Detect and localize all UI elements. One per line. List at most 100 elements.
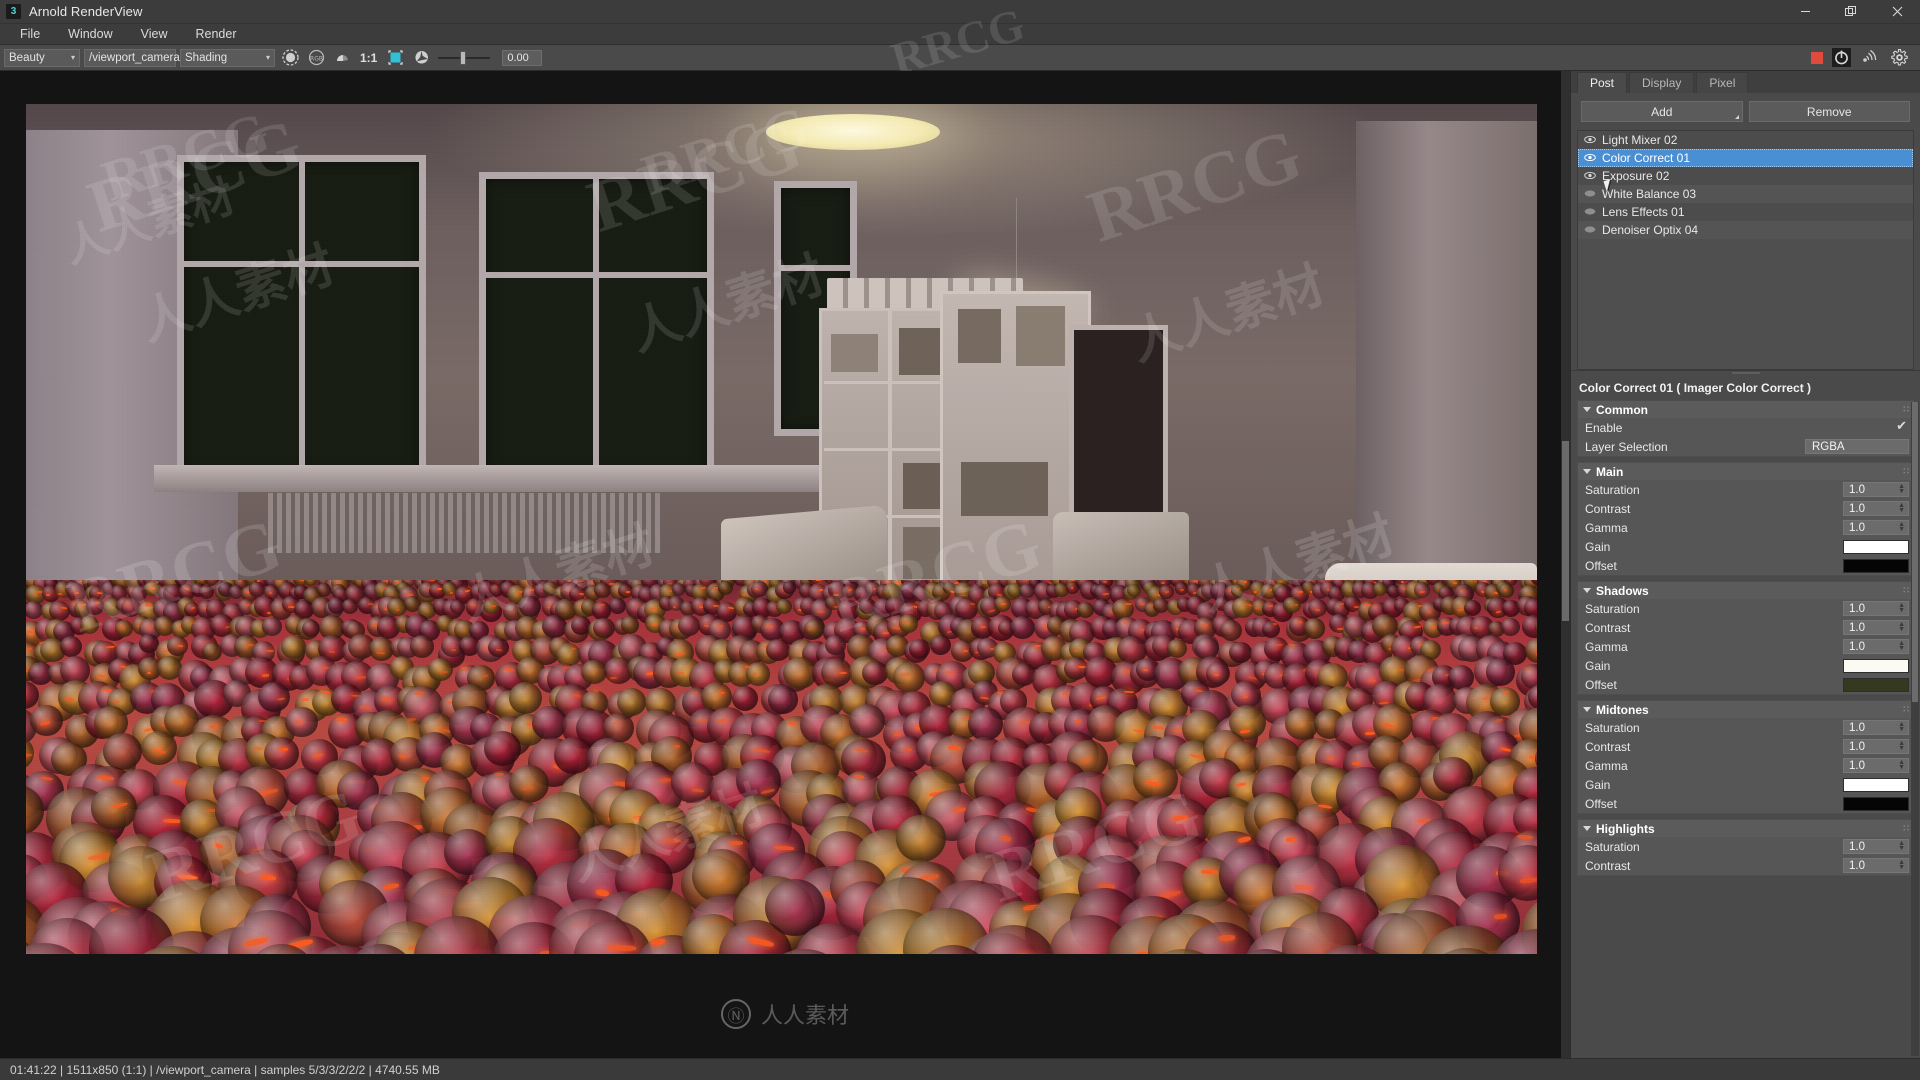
menu-render[interactable]: Render [182,25,251,43]
color-swatch[interactable] [1843,677,1909,692]
imager-layer-row[interactable]: Lens Effects 01 [1578,203,1913,221]
zoom-ratio-label[interactable]: 1:1 [357,51,380,65]
maximize-restore-button[interactable] [1828,0,1874,24]
exposure-value-field[interactable]: 0.00 [502,49,543,66]
ipr-render-icon[interactable] [1830,48,1852,68]
shading-select[interactable]: Shading ▾ [180,48,275,67]
imager-layer-row[interactable]: Light Mixer 02 [1578,131,1913,149]
properties-scrollbar-thumb[interactable] [1912,402,1918,702]
property-group-header[interactable]: Shadows ∷ [1578,582,1913,599]
property-group-header[interactable]: Highlights ∷ [1578,820,1913,837]
triangle-down-icon[interactable] [1583,707,1591,712]
spinner-arrows-icon[interactable]: ▲ ▼ [1898,640,1905,652]
scene-ball [1037,599,1054,615]
spinner-arrows-icon[interactable]: ▲ ▼ [1898,859,1905,871]
numeric-spinner[interactable]: 1.0 ▲ ▼ [1843,501,1909,516]
spinner-arrows-icon[interactable]: ▲ ▼ [1898,721,1905,733]
layer-visibility-eye-icon[interactable] [1584,151,1596,165]
close-button[interactable] [1874,0,1920,24]
menu-file[interactable]: File [6,25,54,43]
spinner-arrows-icon[interactable]: ▲ ▼ [1898,602,1905,614]
spinner-arrows-icon[interactable]: ▲ ▼ [1898,521,1905,533]
spinner-arrows-icon[interactable]: ▲ ▼ [1898,483,1905,495]
layer-visibility-eye-icon[interactable] [1584,133,1596,147]
triangle-down-icon[interactable] [1583,407,1591,412]
scene-ball [890,735,929,773]
color-swatch[interactable] [1843,558,1909,573]
minimize-button[interactable] [1782,0,1828,24]
tab-display[interactable]: Display [1629,72,1695,93]
scene-ball [110,584,128,601]
triangle-down-icon[interactable] [1583,826,1591,831]
numeric-spinner[interactable]: 1.0 ▲ ▼ [1843,639,1909,654]
tab-post[interactable]: Post [1577,72,1628,93]
exposure-slider-track[interactable] [438,50,491,65]
imager-layer-row[interactable]: Exposure 02 [1578,167,1913,185]
camera-select[interactable]: /viewport_camera ▾ [84,48,192,67]
grip-icon: ∷ [1903,404,1909,414]
spinner-arrows-icon[interactable]: ▲ ▼ [1898,840,1905,852]
panel-splitter[interactable] [1571,370,1920,375]
numeric-spinner[interactable]: 1.0 ▲ ▼ [1843,839,1909,854]
layer-visibility-eye-icon[interactable] [1584,205,1596,219]
broadcast-icon[interactable] [1859,48,1881,68]
imager-layer-list[interactable]: Light Mixer 02 Color Correct 01 Exposure 0… [1577,130,1914,370]
spinner-arrows-icon[interactable]: ▲ ▼ [1898,759,1905,771]
triangle-down-icon[interactable] [1583,469,1591,474]
rgb-channels-icon[interactable]: RGB [305,48,327,68]
render-sphere-icon[interactable] [279,48,301,68]
color-swatch[interactable] [1843,658,1909,673]
properties-scrollbar[interactable] [1911,402,1919,1056]
numeric-spinner[interactable]: 1.0 ▲ ▼ [1843,758,1909,773]
menu-window[interactable]: Window [54,25,126,43]
layer-visibility-eye-icon[interactable] [1584,169,1596,183]
spinner-arrows-icon[interactable]: ▲ ▼ [1898,621,1905,633]
numeric-spinner[interactable]: 1.0 ▲ ▼ [1843,601,1909,616]
render-viewport[interactable]: RRCG 人人素材 RRCG 人人素材 RRCG 人人素材 RRCG 人人素材 … [0,71,1570,1058]
numeric-spinner[interactable]: 1.0 ▲ ▼ [1843,520,1909,535]
menu-view[interactable]: View [127,25,182,43]
numeric-spinner[interactable]: 1.0 ▲ ▼ [1843,739,1909,754]
scene-ball-specular [408,918,436,927]
aperture-icon[interactable] [410,48,432,68]
scene-ball-specular [1070,580,1074,583]
spinner-arrows-icon[interactable]: ▲ ▼ [1898,502,1905,514]
numeric-spinner[interactable]: 1.0 ▲ ▼ [1843,720,1909,735]
scene-ball [1156,797,1211,850]
scene-ball [680,600,697,616]
alpha-channel-icon[interactable] [331,48,353,68]
numeric-spinner[interactable]: 1.0 ▲ ▼ [1843,482,1909,497]
color-swatch[interactable] [1843,777,1909,792]
scene-ball-specular [1218,934,1235,941]
crop-region-icon[interactable] [384,48,406,68]
tab-pixel[interactable]: Pixel [1696,72,1749,93]
property-group-header[interactable]: Common ∷ [1578,401,1913,418]
text-field[interactable]: RGBA [1805,439,1909,454]
stop-square-icon[interactable] [1811,51,1823,64]
layer-visibility-eye-icon[interactable] [1584,187,1596,201]
viewport-scrollbar-thumb[interactable] [1562,441,1569,621]
scene-ball [49,600,71,621]
aov-select[interactable]: Beauty ▾ [4,48,80,67]
numeric-spinner[interactable]: 1.0 ▲ ▼ [1843,620,1909,635]
imager-layer-row[interactable]: White Balance 03 [1578,185,1913,203]
checkbox[interactable] [1895,418,1907,434]
color-swatch[interactable] [1843,796,1909,811]
layer-visibility-eye-icon[interactable] [1584,223,1596,237]
triangle-down-icon[interactable] [1583,588,1591,593]
color-swatch[interactable] [1843,539,1909,554]
property-group-header[interactable]: Midtones ∷ [1578,701,1913,718]
viewport-vertical-scrollbar[interactable] [1561,71,1570,1058]
spinner-arrows-icon[interactable]: ▲ ▼ [1898,740,1905,752]
exposure-slider-handle[interactable] [460,50,467,65]
imager-layer-row[interactable]: Denoiser Optix 04 [1578,221,1913,239]
imager-layer-row[interactable]: Color Correct 01 [1578,149,1913,167]
rendered-image[interactable]: RRCG 人人素材 RRCG 人人素材 RRCG 人人素材 RRCG 人人素材 … [26,104,1537,954]
numeric-spinner[interactable]: 1.0 ▲ ▼ [1843,858,1909,873]
property-group-header[interactable]: Main ∷ [1578,463,1913,480]
remove-layer-button[interactable]: Remove [1748,101,1910,122]
properties-pane[interactable]: Common∷EnableLayer SelectionRGBAMain∷Sat… [1571,400,1920,1058]
gear-icon[interactable] [1888,48,1910,68]
exposure-slider[interactable] [438,50,491,65]
add-layer-button[interactable]: Add [1581,101,1743,122]
